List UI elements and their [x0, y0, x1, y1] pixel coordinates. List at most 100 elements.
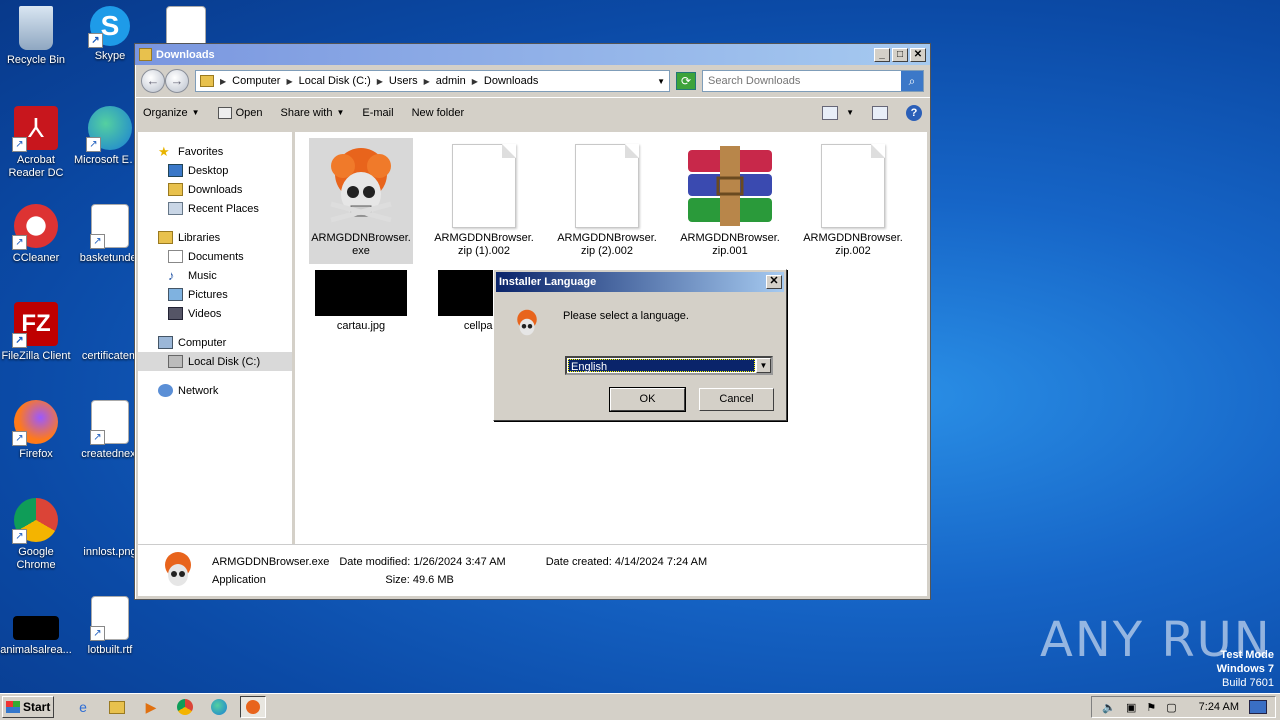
dialog-title: Installer Language	[499, 276, 597, 288]
network-icon	[158, 384, 173, 397]
dialog-titlebar[interactable]: Installer Language ✕	[496, 272, 784, 292]
nav-pictures[interactable]: Pictures	[138, 285, 292, 304]
file-item[interactable]: ARMGDDNBrowser. zip (2).002	[555, 138, 659, 258]
chevron-right-icon[interactable]: ▶	[424, 77, 430, 86]
email-button[interactable]: E-mail	[362, 107, 393, 119]
help-icon[interactable]: ?	[906, 104, 922, 121]
edge-icon	[86, 106, 132, 152]
desktop-icon-firefox[interactable]: Firefox	[0, 400, 72, 461]
nav-downloads[interactable]: Downloads	[138, 180, 292, 199]
chevron-right-icon[interactable]: ▶	[472, 77, 478, 86]
network-status-icon[interactable]: ▣	[1126, 701, 1136, 714]
nav-computer[interactable]: Computer	[138, 333, 292, 352]
forward-button[interactable]: →	[165, 69, 189, 93]
language-select[interactable]: English ▼	[565, 356, 773, 375]
breadcrumb-computer[interactable]: Computer	[232, 75, 280, 87]
file-name-line2: exe	[352, 245, 370, 257]
chevron-down-icon[interactable]: ▼	[657, 77, 665, 86]
windows-version-label: Windows 7	[1216, 663, 1274, 675]
change-view-icon[interactable]	[822, 105, 839, 120]
navigation-pane: ★ Favorites Desktop Downloads Recent Pla…	[138, 132, 295, 546]
explorer-titlebar[interactable]: Downloads _ □ ✕	[135, 44, 930, 65]
recycle-bin-icon	[19, 6, 53, 50]
nav-videos[interactable]: Videos	[138, 304, 292, 323]
breadcrumb-admin[interactable]: admin	[436, 75, 466, 87]
nav-local-disk[interactable]: Local Disk (C:)	[138, 352, 292, 371]
search-input[interactable]	[703, 75, 901, 87]
ok-button[interactable]: OK	[609, 387, 686, 412]
nav-favorites[interactable]: ★ Favorites	[138, 142, 292, 161]
close-button[interactable]: ✕	[910, 47, 926, 62]
nav-network[interactable]: Network	[138, 381, 292, 400]
preview-pane-icon[interactable]	[872, 105, 888, 120]
file-item[interactable]: ARMGDDNBrowser. zip.002	[801, 138, 905, 258]
nav-music[interactable]: ♪ Music	[138, 266, 292, 285]
drive-icon	[168, 355, 183, 368]
word-document-icon	[90, 204, 129, 249]
chrome-icon[interactable]	[172, 696, 198, 718]
desktop-icon-acrobat[interactable]: ⅄ Acrobat Reader DC	[0, 106, 72, 180]
acrobat-icon: ⅄	[12, 106, 58, 152]
nav-desktop[interactable]: Desktop	[138, 161, 292, 180]
file-item[interactable]: ARMGDDNBrowser. zip.001	[678, 138, 782, 258]
star-icon: ★	[158, 144, 170, 159]
chevron-down-icon: ▼	[336, 108, 345, 117]
folder-icon	[139, 48, 152, 61]
blank-file-icon	[452, 144, 516, 228]
chevron-right-icon[interactable]: ▶	[220, 77, 226, 86]
modified-value: 1/26/2024 3:47 AM	[413, 555, 506, 568]
window-title: Downloads	[156, 48, 215, 61]
blank-file-icon	[821, 144, 885, 228]
breadcrumb-downloads[interactable]: Downloads	[484, 75, 538, 87]
show-hidden-icons-icon[interactable]: ▢	[1166, 701, 1176, 714]
breadcrumb-users[interactable]: Users	[389, 75, 418, 87]
chevron-right-icon[interactable]: ▶	[377, 77, 383, 86]
nav-recent-places[interactable]: Recent Places	[138, 199, 292, 218]
file-name-line1: cartau.jpg	[336, 320, 386, 332]
open-button[interactable]: Open	[217, 106, 262, 119]
address-bar[interactable]: ▶ Computer ▶ Local Disk (C:) ▶ Users ▶ a…	[195, 70, 670, 92]
details-filename: ARMGDDNBrowser.exe	[212, 555, 330, 568]
desktop-icon-chrome[interactable]: Google Chrome	[0, 498, 72, 572]
file-item[interactable]: cartau.jpg	[309, 264, 413, 333]
desktop-icon-filezilla[interactable]: FZ FileZilla Client	[0, 302, 72, 363]
edge-icon[interactable]	[206, 696, 232, 718]
chevron-right-icon[interactable]: ▶	[286, 77, 292, 86]
nav-label: Pictures	[188, 288, 228, 301]
organize-button[interactable]: Organize ▼	[143, 107, 200, 119]
nav-documents[interactable]: Documents	[138, 247, 292, 266]
chrome-icon	[12, 498, 58, 544]
start-button[interactable]: Start	[2, 696, 54, 718]
close-icon[interactable]: ✕	[766, 275, 782, 289]
file-item[interactable]: ARMGDDNBrowser. zip (1).002	[432, 138, 536, 258]
desktop-icon-ccleaner[interactable]: CCleaner	[0, 204, 72, 265]
volume-icon[interactable]: 🔈	[1102, 701, 1116, 714]
desktop-icon-animalsalrea[interactable]: animalsalrea...	[0, 596, 72, 657]
nav-label: Libraries	[178, 231, 221, 244]
media-player-icon[interactable]: ▶	[138, 696, 164, 718]
desktop-icon-recycle-bin[interactable]: Recycle Bin	[0, 6, 72, 67]
chevron-down-icon[interactable]: ▼	[846, 108, 854, 117]
refresh-button[interactable]: ⟳	[676, 72, 696, 90]
back-button[interactable]: ←	[141, 69, 165, 93]
new-folder-button[interactable]: New folder	[412, 107, 465, 119]
details-size: Size: 49.6 MB	[339, 571, 505, 589]
internet-explorer-icon[interactable]: e	[70, 696, 96, 718]
action-center-flag-icon[interactable]: ⚑	[1146, 701, 1156, 714]
desktop-icon-label: lotbuilt.rtf	[87, 644, 133, 656]
nav-libraries[interactable]: Libraries	[138, 228, 292, 247]
clock[interactable]: 7:24 AM	[1199, 701, 1239, 713]
minimize-button[interactable]: _	[874, 47, 890, 62]
search-icon[interactable]: ⌕	[901, 71, 923, 91]
share-with-button[interactable]: Share with ▼	[280, 107, 344, 119]
desktop-icon-lotbuilt[interactable]: lotbuilt.rtf	[74, 596, 146, 657]
chevron-down-icon[interactable]: ▼	[756, 358, 771, 373]
maximize-button[interactable]: □	[892, 47, 908, 62]
image-thumbnail	[315, 270, 407, 316]
show-desktop-button[interactable]	[1249, 700, 1267, 714]
cancel-button[interactable]: Cancel	[699, 388, 774, 411]
breadcrumb-local-disk[interactable]: Local Disk (C:)	[299, 75, 371, 87]
explorer-folder-icon[interactable]	[104, 696, 130, 718]
installer-taskbar-button[interactable]	[240, 696, 266, 718]
file-item[interactable]: ARMGDDNBrowser. exe	[309, 138, 413, 264]
